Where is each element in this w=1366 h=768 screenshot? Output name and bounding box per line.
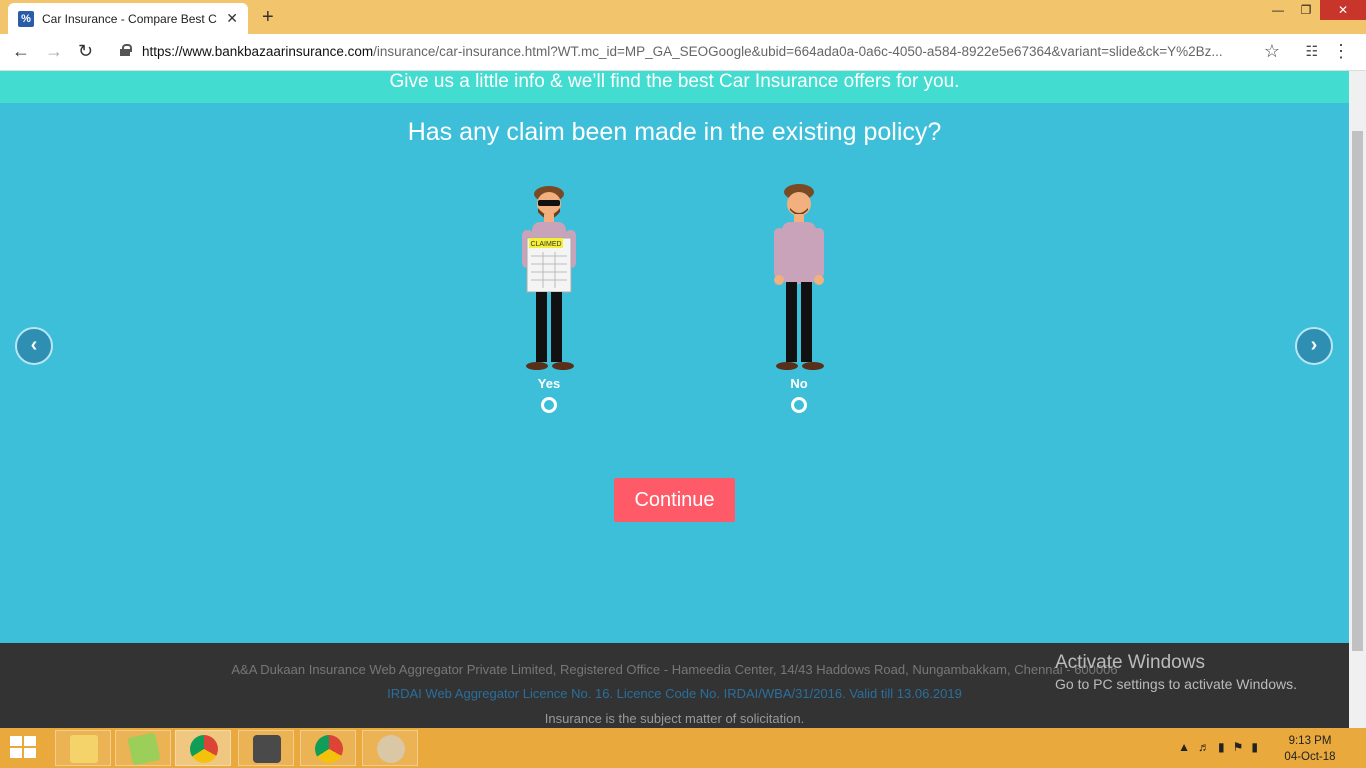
browser-toolbar: ← → ↻ https://www.bankbazaarinsurance.co…: [0, 34, 1366, 71]
option-yes[interactable]: CLAIMED Yes: [489, 182, 609, 413]
option-no-label: No: [790, 376, 808, 391]
file-explorer-taskbar-button[interactable]: [55, 730, 111, 766]
previous-arrow-icon[interactable]: ‹: [15, 327, 53, 365]
notes-taskbar-button[interactable]: [115, 730, 171, 766]
browser-titlebar: % Car Insurance - Compare Best Ca ✕ + — …: [0, 0, 1366, 34]
page-scrollbar[interactable]: [1349, 71, 1366, 728]
question-title: Has any claim been made in the existing …: [407, 118, 942, 146]
address-bar[interactable]: https://www.bankbazaarinsurance.com/insu…: [142, 44, 1223, 59]
url-path: /insurance/car-insurance.html?WT.mc_id=M…: [373, 44, 1223, 59]
chrome-taskbar-button[interactable]: [175, 730, 231, 766]
close-tab-icon[interactable]: ✕: [226, 10, 238, 27]
browser-menu-icon[interactable]: ⋮: [1332, 41, 1350, 62]
man-holding-claim-illustration: CLAIMED: [522, 186, 576, 370]
tab-title: Car Insurance - Compare Best Ca: [42, 11, 217, 26]
lock-icon: [120, 44, 132, 56]
chrome-icon: [315, 735, 343, 763]
taskbar-clock[interactable]: 9:13 PM 04-Oct-18: [1280, 733, 1340, 765]
paint-palette-icon: [377, 735, 405, 763]
windows-start-icon[interactable]: [10, 736, 38, 760]
sublime-taskbar-button[interactable]: [238, 730, 294, 766]
info-banner: Give us a little info & we’ll find the b…: [0, 71, 1349, 103]
url-host: https://www.bankbazaarinsurance.com: [142, 44, 374, 59]
continue-button[interactable]: Continue: [614, 478, 735, 522]
activate-windows-watermark: Activate Windows Go to PC settings to ac…: [1055, 652, 1297, 692]
windows-taskbar: ▲♬▮⚑▮ 9:13 PM 04-Oct-18: [0, 728, 1366, 768]
option-no[interactable]: No: [739, 182, 859, 413]
scrollbar-thumb[interactable]: [1352, 131, 1363, 651]
window-controls: — ❐ ✕: [1264, 0, 1366, 20]
clock-date: 04-Oct-18: [1284, 751, 1336, 763]
chrome-icon: [190, 735, 218, 763]
no-radio-button[interactable]: [791, 397, 807, 413]
sticky-notes-icon: [127, 732, 161, 766]
restore-icon[interactable]: ❐: [1292, 0, 1320, 20]
new-tab-icon[interactable]: +: [262, 6, 274, 29]
forward-icon[interactable]: →: [45, 41, 63, 62]
system-tray-icons[interactable]: ▲♬▮⚑▮: [1178, 740, 1266, 754]
yes-radio-button[interactable]: [541, 397, 557, 413]
man-standing-illustration: [774, 184, 824, 370]
option-yes-label: Yes: [537, 376, 561, 391]
site-favicon-icon: %: [18, 10, 34, 27]
next-arrow-icon[interactable]: ›: [1295, 327, 1333, 365]
back-icon[interactable]: ←: [12, 41, 30, 62]
reload-icon[interactable]: ↻: [78, 41, 93, 62]
chrome-second-taskbar-button[interactable]: [300, 730, 356, 766]
browser-tab[interactable]: % Car Insurance - Compare Best Ca ✕: [8, 3, 248, 34]
sublime-text-icon: [253, 735, 281, 763]
file-explorer-icon: [70, 735, 98, 763]
clock-time: 9:13 PM: [1288, 735, 1332, 747]
claimed-sign-text: CLAIMED: [530, 241, 561, 248]
footer-disclaimer: Insurance is the subject matter of solic…: [544, 711, 805, 726]
watermark-title: Activate Windows: [1055, 652, 1205, 673]
close-window-icon[interactable]: ✕: [1320, 0, 1366, 20]
bookmark-star-icon[interactable]: ☆: [1264, 41, 1280, 62]
extension-icon[interactable]: ☷: [1305, 43, 1318, 60]
minimize-icon[interactable]: —: [1264, 0, 1292, 20]
watermark-subtitle: Go to PC settings to activate Windows.: [1055, 676, 1297, 692]
paint-taskbar-button[interactable]: [362, 730, 418, 766]
